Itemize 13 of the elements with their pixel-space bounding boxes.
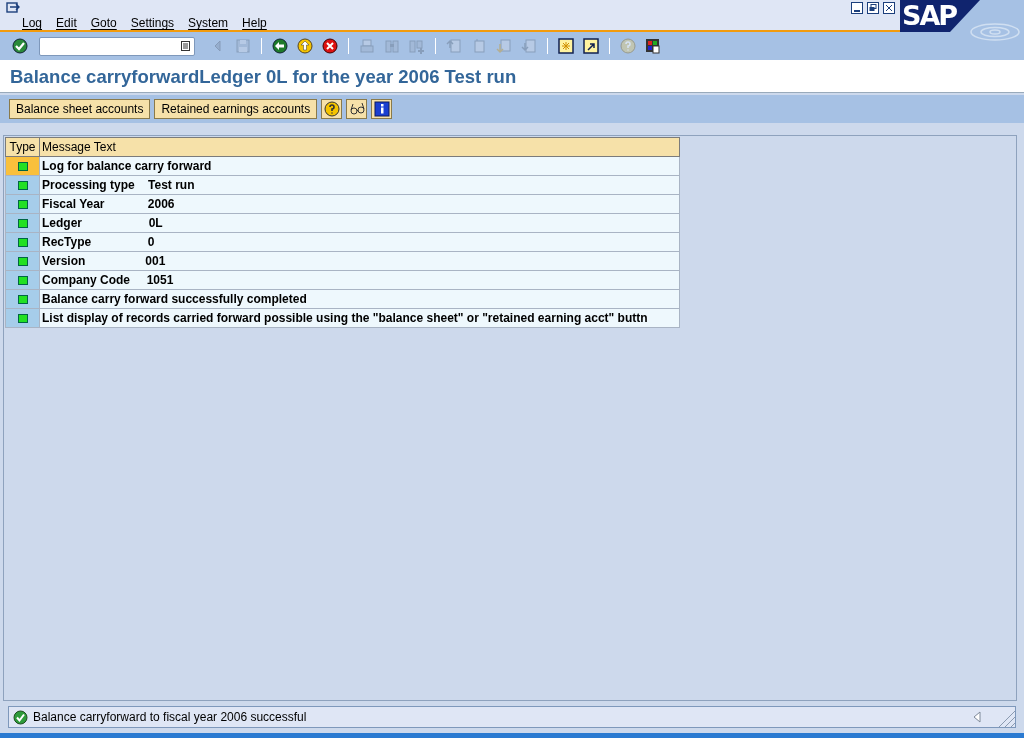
menu-item[interactable]: Goto xyxy=(90,14,117,32)
menu-item[interactable]: Edit xyxy=(56,14,77,32)
menu-item[interactable]: Log xyxy=(22,14,43,32)
column-header: Type xyxy=(5,137,40,157)
menu-item[interactable]: Settings xyxy=(130,14,175,32)
screen-title: Balance carryforwardLedger 0L for the year 2006 Test run xyxy=(0,60,1024,93)
toolbar-button[interactable]: Retained earnings accounts xyxy=(154,99,318,119)
status-message: Balance carryforward to fiscal year 2006 successful xyxy=(33,709,307,726)
toolbar-button[interactable]: Balance sheet accounts xyxy=(9,99,151,119)
logo-text: SAP xyxy=(902,0,957,32)
menu-item[interactable]: System xyxy=(188,14,229,32)
menu-item[interactable]: Help xyxy=(242,14,267,32)
column-header: Message Text xyxy=(39,137,680,157)
